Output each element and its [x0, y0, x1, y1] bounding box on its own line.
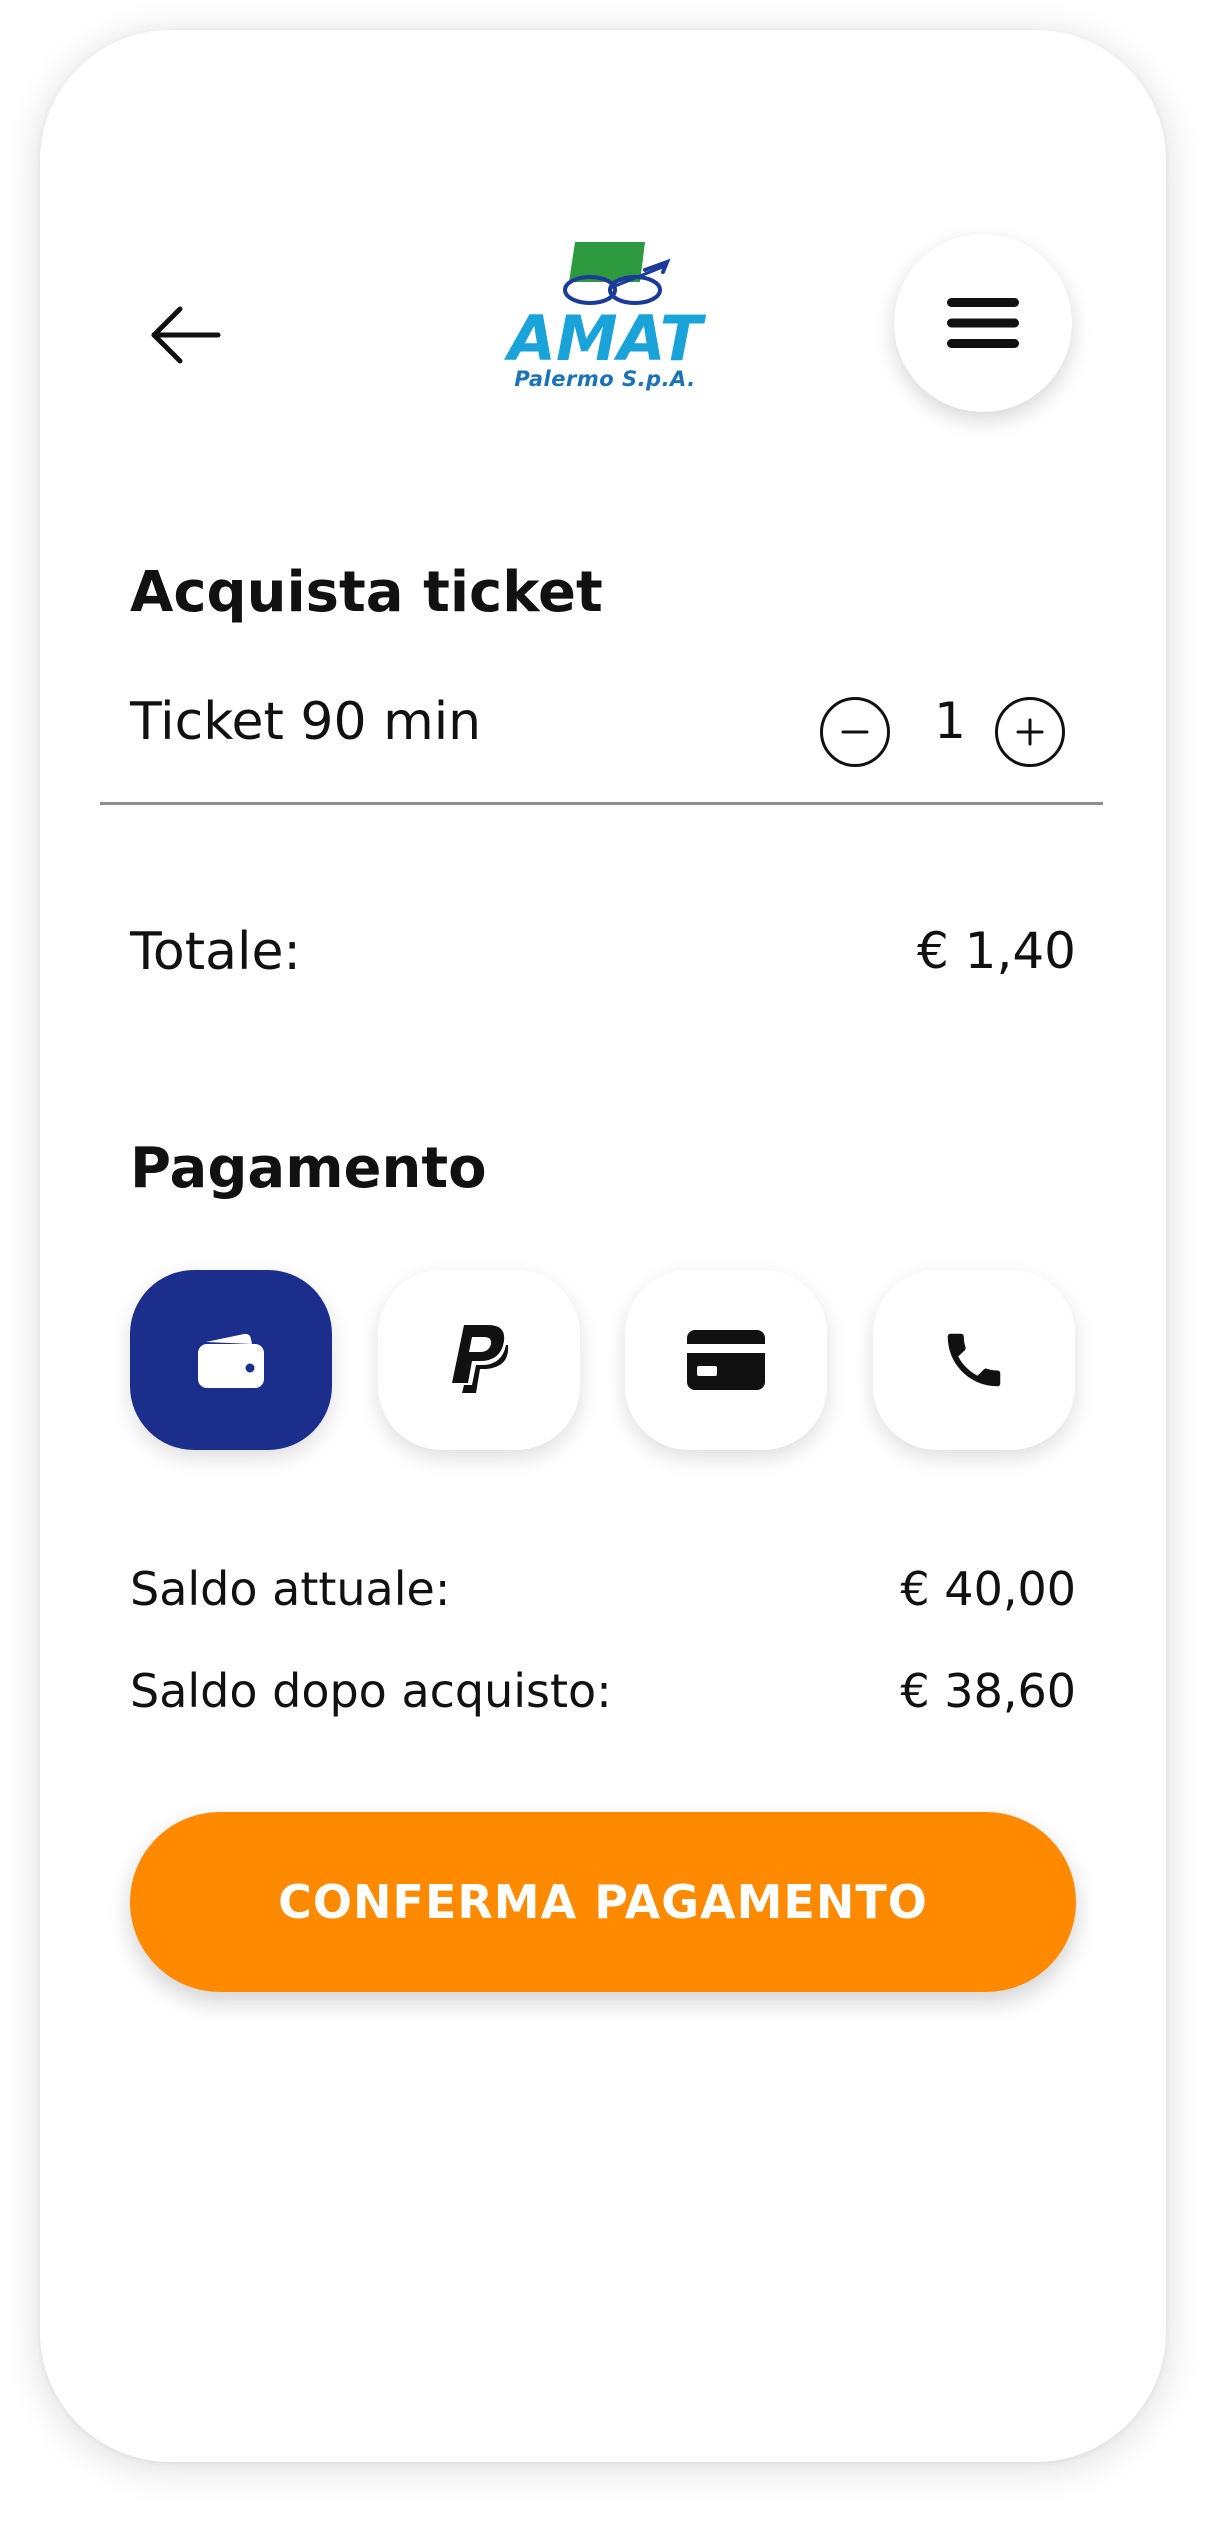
paypal-icon [452, 1325, 509, 1393]
phone-frame: AMAT Palermo S.p.A. Acquista ticket Tick… [40, 30, 1166, 2462]
minus-icon [841, 730, 869, 734]
credit-card-icon [687, 1330, 765, 1390]
wallet-icon [198, 1333, 264, 1388]
current-balance-label: Saldo attuale: [130, 1562, 451, 1616]
pay-option-card[interactable] [625, 1270, 827, 1450]
phone-icon [947, 1333, 1001, 1387]
payment-title: Pagamento [130, 1136, 487, 1201]
pay-option-wallet[interactable] [130, 1270, 332, 1450]
logo-subtitle: Palermo S.p.A. [514, 367, 696, 391]
pay-option-phone[interactable] [873, 1270, 1075, 1450]
balance-after-value: € 38,60 [900, 1664, 1076, 1718]
hamburger-menu-icon [947, 298, 1019, 348]
ticket-type-label: Ticket 90 min [130, 692, 482, 752]
menu-button[interactable] [894, 234, 1072, 412]
purchase-title: Acquista ticket [130, 560, 603, 625]
pay-option-paypal[interactable] [378, 1270, 580, 1450]
decrease-quantity-button[interactable] [820, 697, 890, 767]
arrow-left-icon [151, 306, 221, 364]
current-balance-value: € 40,00 [900, 1562, 1076, 1616]
quantity-value: 1 [934, 692, 966, 750]
confirm-payment-button[interactable]: CONFERMA PAGAMENTO [130, 1812, 1076, 1992]
amat-logo: AMAT Palermo S.p.A. [495, 242, 715, 402]
back-button[interactable] [140, 290, 230, 380]
balance-after-label: Saldo dopo acquisto: [130, 1664, 612, 1718]
svg-text:AMAT: AMAT [503, 302, 707, 367]
increase-quantity-button[interactable] [995, 697, 1065, 767]
divider [100, 802, 1103, 805]
total-value: € 1,40 [916, 922, 1076, 980]
plus-icon [1016, 718, 1044, 746]
total-label: Totale: [130, 922, 301, 982]
